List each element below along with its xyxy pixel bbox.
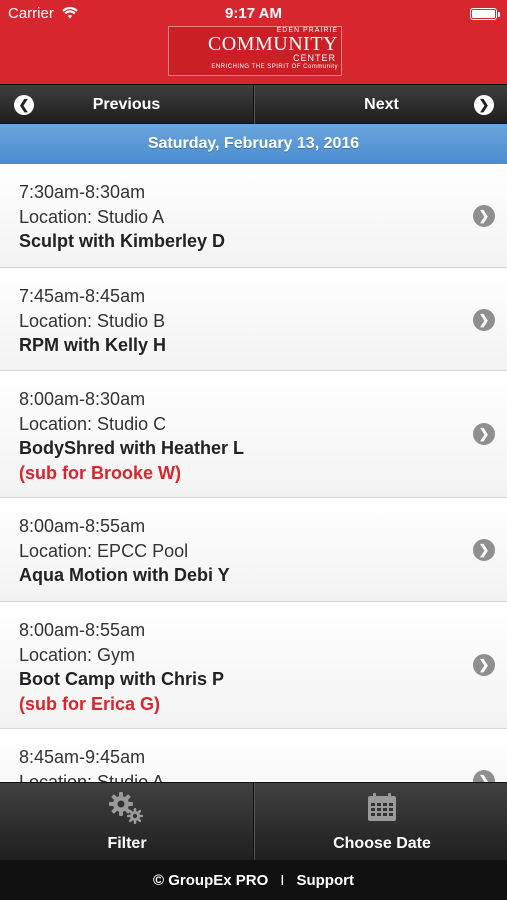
substitute-note: (sub for Brooke W) [19,462,181,483]
chevron-right-icon: ❯ [473,539,495,561]
class-location: Location: Studio C [19,413,167,434]
day-navigation-bar: ❮ Previous Next ❯ [0,84,507,125]
substitute-note: (sub for Erica G) [19,693,161,714]
class-time: 8:00am-8:55am [19,516,146,536]
class-time: 8:00am-8:55am [19,620,146,640]
class-name: Boot Camp with Chris P [19,669,225,689]
class-name: RPM with Kelly H [19,335,167,355]
calendar-icon [255,791,507,825]
support-link[interactable]: Support [296,872,354,889]
chevron-right-icon: ❯ [474,95,494,115]
class-location: Location: Studio A [19,771,165,783]
status-bar: Carrier 9:17 AM [0,0,507,28]
battery-icon [470,8,500,20]
class-location: Location: EPCC Pool [19,540,189,561]
class-location: Location: Gym [19,644,136,665]
class-name: Aqua Motion with Debi Y [19,565,230,585]
copyright-text: © GroupEx PRO [153,871,269,889]
class-location: Location: Studio A [19,206,165,227]
class-list-item[interactable]: 8:00am-8:30am Location: Studio C BodyShr… [0,371,507,498]
class-list-item[interactable]: 7:30am-8:30am Location: Studio A Sculpt … [0,164,507,268]
chevron-right-icon: ❯ [473,205,495,227]
class-list-item[interactable]: 8:00am-8:55am Location: EPCC Pool Aqua M… [0,498,507,602]
choose-date-button[interactable]: Choose Date [254,783,507,861]
app-header: Carrier 9:17 AM EDEN PRAIRIE COMMUNITY C… [0,0,507,84]
class-time: 7:30am-8:30am [19,182,146,202]
choose-date-label: Choose Date [333,835,431,852]
chevron-right-icon: ❯ [473,654,495,676]
class-time: 8:00am-8:30am [19,389,146,409]
community-center-logo: EDEN PRAIRIE COMMUNITY CENTER ENRICHING … [168,26,342,76]
class-location: Location: Studio B [19,310,166,331]
status-time: 9:17 AM [225,5,282,22]
filter-label: Filter [107,835,147,852]
filter-button[interactable]: Filter [0,783,254,861]
class-name: BodyShred with Heather L [19,438,245,458]
chevron-right-icon: ❯ [473,423,495,445]
class-list[interactable]: 7:30am-8:30am Location: Studio A Sculpt … [0,164,507,782]
class-name: Sculpt with Kimberley D [19,231,226,251]
bottom-toolbar: Filter Choose Date [0,782,507,861]
date-header: Saturday, February 13, 2016 [0,124,507,164]
chevron-right-icon: ❯ [473,309,495,331]
gears-icon [0,791,254,825]
previous-button[interactable]: ❮ Previous [0,85,254,125]
next-button[interactable]: Next ❯ [254,85,507,125]
class-time: 8:45am-9:45am [19,747,146,767]
class-list-item[interactable]: 8:45am-9:45am Location: Studio A ❯ [0,729,507,782]
footer: © GroupEx PRO I Support [0,860,507,900]
footer-separator: I [280,871,285,889]
previous-label: Previous [92,96,161,113]
class-list-item[interactable]: 8:00am-8:55am Location: Gym Boot Camp wi… [0,602,507,729]
class-list-item[interactable]: 7:45am-8:45am Location: Studio B RPM wit… [0,268,507,371]
chevron-left-icon: ❮ [14,95,34,115]
class-time: 7:45am-8:45am [19,286,146,306]
next-label: Next [364,96,399,113]
